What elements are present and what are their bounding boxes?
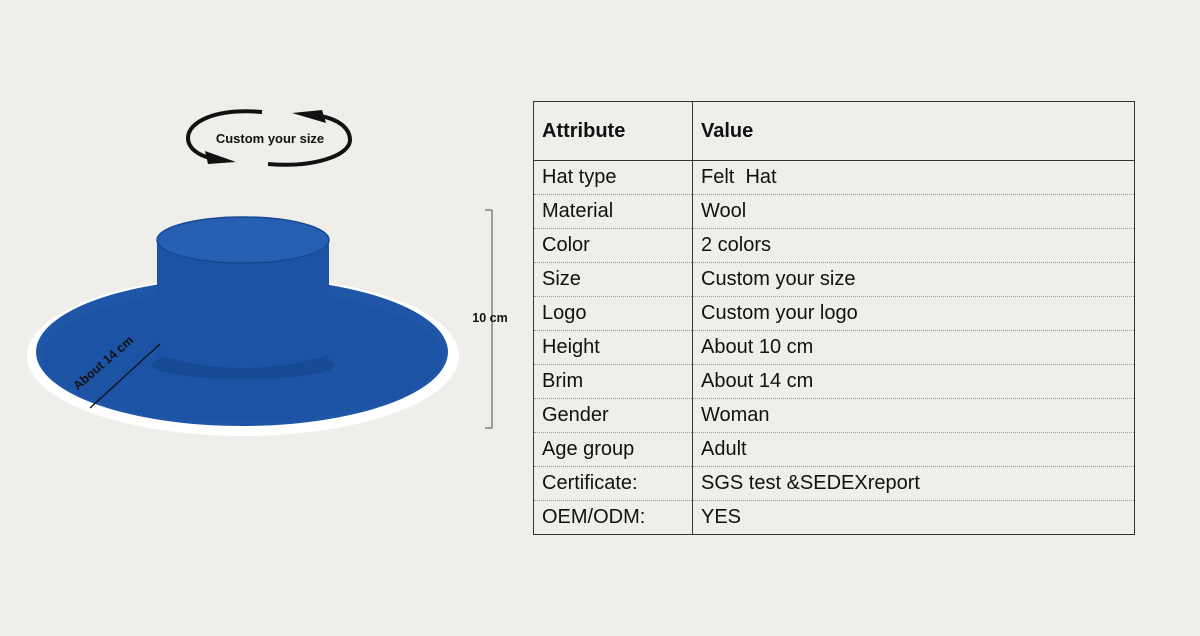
value-cell: Wool xyxy=(692,194,1135,229)
header-attribute: Attribute xyxy=(533,101,693,161)
attribute-cell: Color xyxy=(533,228,693,263)
value-cell: Woman xyxy=(692,398,1135,433)
attribute-cell: Logo xyxy=(533,296,693,331)
table-row: Hat type Felt Hat xyxy=(533,160,1135,195)
table-row: Size Custom your size xyxy=(533,262,1135,297)
value-cell: About 14 cm xyxy=(692,364,1135,399)
table-row: Material Wool xyxy=(533,194,1135,229)
attribute-cell: Gender xyxy=(533,398,693,433)
callout-label: Custom your size xyxy=(216,131,324,146)
height-label: 10 cm xyxy=(472,311,507,325)
table-row: Brim About 14 cm xyxy=(533,364,1135,399)
table-row: OEM/ODM: YES xyxy=(533,500,1135,535)
hat-illustration xyxy=(27,216,459,436)
attribute-cell: Brim xyxy=(533,364,693,399)
value-cell: About 10 cm xyxy=(692,330,1135,365)
value-cell: 2 colors xyxy=(692,228,1135,263)
attribute-cell: Hat type xyxy=(533,160,693,195)
table-row: Logo Custom your logo xyxy=(533,296,1135,331)
spec-table: Attribute Value Hat type Felt Hat Materi… xyxy=(533,101,1135,535)
value-cell: Adult xyxy=(692,432,1135,467)
attribute-cell: Size xyxy=(533,262,693,297)
table-row: Color 2 colors xyxy=(533,228,1135,263)
value-cell: Custom your size xyxy=(692,262,1135,297)
table-row: Gender Woman xyxy=(533,398,1135,433)
table-row: Certificate: SGS test &SEDEXreport xyxy=(533,466,1135,501)
attribute-cell: Material xyxy=(533,194,693,229)
attribute-cell: Height xyxy=(533,330,693,365)
attribute-cell: Certificate: xyxy=(533,466,693,501)
attribute-cell: Age group xyxy=(533,432,693,467)
value-cell: SGS test &SEDEXreport xyxy=(692,466,1135,501)
value-cell: YES xyxy=(701,506,742,528)
table-row: Age group Adult xyxy=(533,432,1135,467)
hat-figure: Custom your size About 14 cm 10 cm xyxy=(27,109,508,436)
table-row: Height About 10 cm xyxy=(533,330,1135,365)
table-header-row: Attribute Value xyxy=(533,101,1135,161)
header-value: Value xyxy=(692,101,1135,161)
value-cell: Custom your logo xyxy=(692,296,1135,331)
value-cell: Felt Hat xyxy=(692,160,1135,195)
attribute-cell: OEM/ODM: xyxy=(533,500,693,535)
